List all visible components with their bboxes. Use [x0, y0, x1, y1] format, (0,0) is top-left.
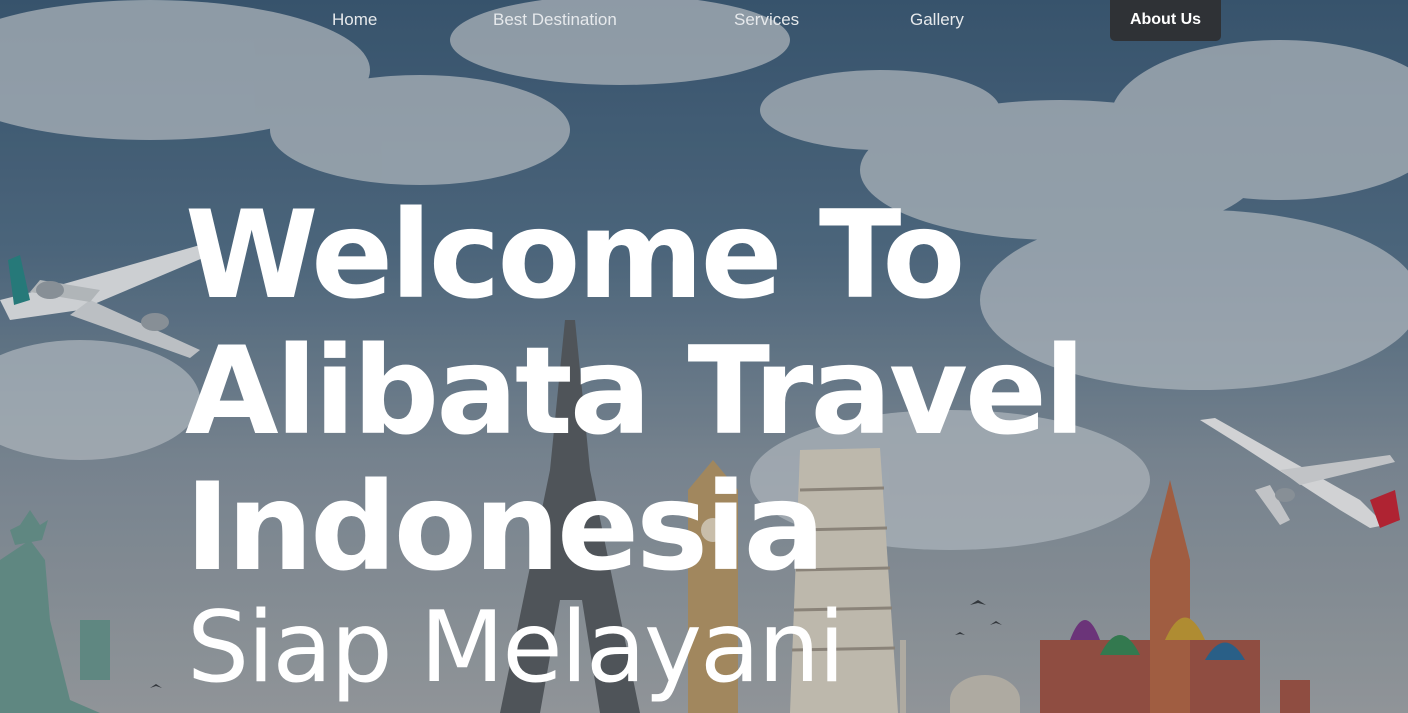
nav-link-best-destination[interactable]: Best Destination [493, 0, 617, 41]
top-navigation: Home Best Destination Services Gallery A… [0, 0, 1408, 41]
hero-headline: Welcome To Alibata Travel Indonesia [185, 185, 1085, 598]
hero-subline: Siap Melayani [187, 591, 845, 705]
nav-link-gallery[interactable]: Gallery [910, 0, 964, 41]
nav-link-services[interactable]: Services [734, 0, 799, 41]
hero-headline-line-1: Welcome To [185, 185, 965, 326]
nav-link-about-us[interactable]: About Us [1110, 0, 1221, 41]
hero-section: Home Best Destination Services Gallery A… [0, 0, 1408, 713]
nav-link-home[interactable]: Home [332, 0, 377, 41]
hero-headline-line-2: Alibata Travel [185, 321, 1085, 462]
hero-headline-line-3: Indonesia [185, 457, 825, 598]
